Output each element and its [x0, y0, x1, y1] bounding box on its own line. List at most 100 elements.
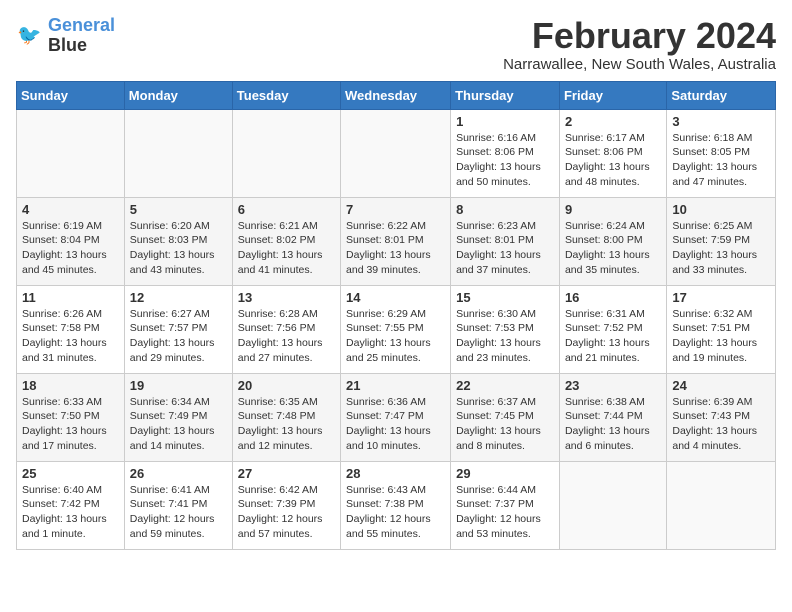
header-monday: Monday [124, 81, 232, 109]
location-subtitle: Narrawallee, New South Wales, Australia [503, 56, 776, 73]
calendar-cell: 5 Sunrise: 6:20 AM Sunset: 8:03 PM Daylig… [124, 197, 232, 285]
day-number: 29 [456, 466, 554, 481]
calendar-table: Sunday Monday Tuesday Wednesday Thursday… [16, 81, 776, 550]
header-sunday: Sunday [17, 81, 125, 109]
calendar-cell: 6 Sunrise: 6:21 AM Sunset: 8:02 PM Daylig… [232, 197, 340, 285]
calendar-cell: 26 Sunrise: 6:41 AM Sunset: 7:41 PM Dayli… [124, 461, 232, 549]
day-info: Sunrise: 6:34 AM Sunset: 7:49 PM Dayligh… [130, 395, 227, 454]
calendar-cell: 28 Sunrise: 6:43 AM Sunset: 7:38 PM Dayli… [341, 461, 451, 549]
day-info: Sunrise: 6:18 AM Sunset: 8:05 PM Dayligh… [672, 131, 770, 190]
day-info: Sunrise: 6:19 AM Sunset: 8:04 PM Dayligh… [22, 219, 119, 278]
calendar-cell [124, 109, 232, 197]
day-number: 28 [346, 466, 445, 481]
calendar-cell: 1Sunrise: 6:16 AM Sunset: 8:06 PM Daylig… [451, 109, 560, 197]
day-number: 11 [22, 290, 119, 305]
svg-text:🐦: 🐦 [17, 24, 41, 46]
calendar-cell [17, 109, 125, 197]
header-tuesday: Tuesday [232, 81, 340, 109]
day-number: 26 [130, 466, 227, 481]
day-number: 27 [238, 466, 335, 481]
weekday-header-row: Sunday Monday Tuesday Wednesday Thursday… [17, 81, 776, 109]
calendar-cell: 17 Sunrise: 6:32 AM Sunset: 7:51 PM Dayli… [667, 285, 776, 373]
calendar-cell: 22 Sunrise: 6:37 AM Sunset: 7:45 PM Dayli… [451, 373, 560, 461]
day-info: Sunrise: 6:40 AM Sunset: 7:42 PM Dayligh… [22, 483, 119, 542]
calendar-cell: 15Sunrise: 6:30 AM Sunset: 7:53 PM Dayli… [451, 285, 560, 373]
day-number: 16 [565, 290, 661, 305]
calendar-cell: 27 Sunrise: 6:42 AM Sunset: 7:39 PM Dayli… [232, 461, 340, 549]
month-title: February 2024 [503, 16, 776, 56]
day-number: 21 [346, 378, 445, 393]
logo-icon: 🐦 [16, 22, 44, 50]
title-block: February 2024 Narrawallee, New South Wal… [503, 16, 776, 73]
day-number: 9 [565, 202, 661, 217]
day-info: Sunrise: 6:38 AM Sunset: 7:44 PM Dayligh… [565, 395, 661, 454]
day-number: 24 [672, 378, 770, 393]
page-header: 🐦 GeneralBlue February 2024 Narrawallee,… [16, 16, 776, 73]
calendar-cell: 10Sunrise: 6:25 AM Sunset: 7:59 PM Dayli… [667, 197, 776, 285]
calendar-cell: 18Sunrise: 6:33 AM Sunset: 7:50 PM Dayli… [17, 373, 125, 461]
day-number: 5 [130, 202, 227, 217]
calendar-week-row: 18Sunrise: 6:33 AM Sunset: 7:50 PM Dayli… [17, 373, 776, 461]
calendar-cell: 2 Sunrise: 6:17 AM Sunset: 8:06 PM Daylig… [559, 109, 666, 197]
calendar-week-row: 1Sunrise: 6:16 AM Sunset: 8:06 PM Daylig… [17, 109, 776, 197]
calendar-cell: 14 Sunrise: 6:29 AM Sunset: 7:55 PM Dayli… [341, 285, 451, 373]
calendar-cell [232, 109, 340, 197]
day-info: Sunrise: 6:29 AM Sunset: 7:55 PM Dayligh… [346, 307, 445, 366]
calendar-cell [667, 461, 776, 549]
day-number: 2 [565, 114, 661, 129]
calendar-cell: 19 Sunrise: 6:34 AM Sunset: 7:49 PM Dayli… [124, 373, 232, 461]
day-info: Sunrise: 6:21 AM Sunset: 8:02 PM Dayligh… [238, 219, 335, 278]
day-info: Sunrise: 6:42 AM Sunset: 7:39 PM Dayligh… [238, 483, 335, 542]
calendar-cell: 3Sunrise: 6:18 AM Sunset: 8:05 PM Daylig… [667, 109, 776, 197]
day-number: 6 [238, 202, 335, 217]
day-number: 25 [22, 466, 119, 481]
calendar-cell: 16Sunrise: 6:31 AM Sunset: 7:52 PM Dayli… [559, 285, 666, 373]
calendar-cell: 20 Sunrise: 6:35 AM Sunset: 7:48 PM Dayli… [232, 373, 340, 461]
day-number: 1 [456, 114, 554, 129]
day-info: Sunrise: 6:44 AM Sunset: 7:37 PM Dayligh… [456, 483, 554, 542]
calendar-cell: 11 Sunrise: 6:26 AM Sunset: 7:58 PM Dayli… [17, 285, 125, 373]
logo-text: GeneralBlue [48, 16, 115, 56]
header-friday: Friday [559, 81, 666, 109]
calendar-week-row: 4Sunrise: 6:19 AM Sunset: 8:04 PM Daylig… [17, 197, 776, 285]
calendar-week-row: 25 Sunrise: 6:40 AM Sunset: 7:42 PM Dayli… [17, 461, 776, 549]
day-info: Sunrise: 6:32 AM Sunset: 7:51 PM Dayligh… [672, 307, 770, 366]
day-info: Sunrise: 6:24 AM Sunset: 8:00 PM Dayligh… [565, 219, 661, 278]
day-info: Sunrise: 6:37 AM Sunset: 7:45 PM Dayligh… [456, 395, 554, 454]
day-info: Sunrise: 6:30 AM Sunset: 7:53 PM Dayligh… [456, 307, 554, 366]
header-saturday: Saturday [667, 81, 776, 109]
day-number: 19 [130, 378, 227, 393]
day-number: 13 [238, 290, 335, 305]
day-info: Sunrise: 6:23 AM Sunset: 8:01 PM Dayligh… [456, 219, 554, 278]
calendar-cell: 12 Sunrise: 6:27 AM Sunset: 7:57 PM Dayli… [124, 285, 232, 373]
day-info: Sunrise: 6:22 AM Sunset: 8:01 PM Dayligh… [346, 219, 445, 278]
day-number: 22 [456, 378, 554, 393]
calendar-cell: 24 Sunrise: 6:39 AM Sunset: 7:43 PM Dayli… [667, 373, 776, 461]
calendar-cell: 13Sunrise: 6:28 AM Sunset: 7:56 PM Dayli… [232, 285, 340, 373]
header-thursday: Thursday [451, 81, 560, 109]
day-info: Sunrise: 6:26 AM Sunset: 7:58 PM Dayligh… [22, 307, 119, 366]
calendar-cell: 29 Sunrise: 6:44 AM Sunset: 7:37 PM Dayli… [451, 461, 560, 549]
day-number: 7 [346, 202, 445, 217]
day-number: 18 [22, 378, 119, 393]
calendar-cell [341, 109, 451, 197]
calendar-cell: 23 Sunrise: 6:38 AM Sunset: 7:44 PM Dayli… [559, 373, 666, 461]
day-number: 20 [238, 378, 335, 393]
day-number: 17 [672, 290, 770, 305]
day-info: Sunrise: 6:27 AM Sunset: 7:57 PM Dayligh… [130, 307, 227, 366]
day-number: 12 [130, 290, 227, 305]
day-info: Sunrise: 6:20 AM Sunset: 8:03 PM Dayligh… [130, 219, 227, 278]
day-info: Sunrise: 6:43 AM Sunset: 7:38 PM Dayligh… [346, 483, 445, 542]
calendar-week-row: 11 Sunrise: 6:26 AM Sunset: 7:58 PM Dayli… [17, 285, 776, 373]
day-number: 23 [565, 378, 661, 393]
day-info: Sunrise: 6:41 AM Sunset: 7:41 PM Dayligh… [130, 483, 227, 542]
day-info: Sunrise: 6:39 AM Sunset: 7:43 PM Dayligh… [672, 395, 770, 454]
calendar-cell: 25 Sunrise: 6:40 AM Sunset: 7:42 PM Dayli… [17, 461, 125, 549]
header-wednesday: Wednesday [341, 81, 451, 109]
calendar-cell: 9 Sunrise: 6:24 AM Sunset: 8:00 PM Daylig… [559, 197, 666, 285]
day-info: Sunrise: 6:35 AM Sunset: 7:48 PM Dayligh… [238, 395, 335, 454]
calendar-cell: 4Sunrise: 6:19 AM Sunset: 8:04 PM Daylig… [17, 197, 125, 285]
day-info: Sunrise: 6:17 AM Sunset: 8:06 PM Dayligh… [565, 131, 661, 190]
day-number: 10 [672, 202, 770, 217]
day-number: 14 [346, 290, 445, 305]
